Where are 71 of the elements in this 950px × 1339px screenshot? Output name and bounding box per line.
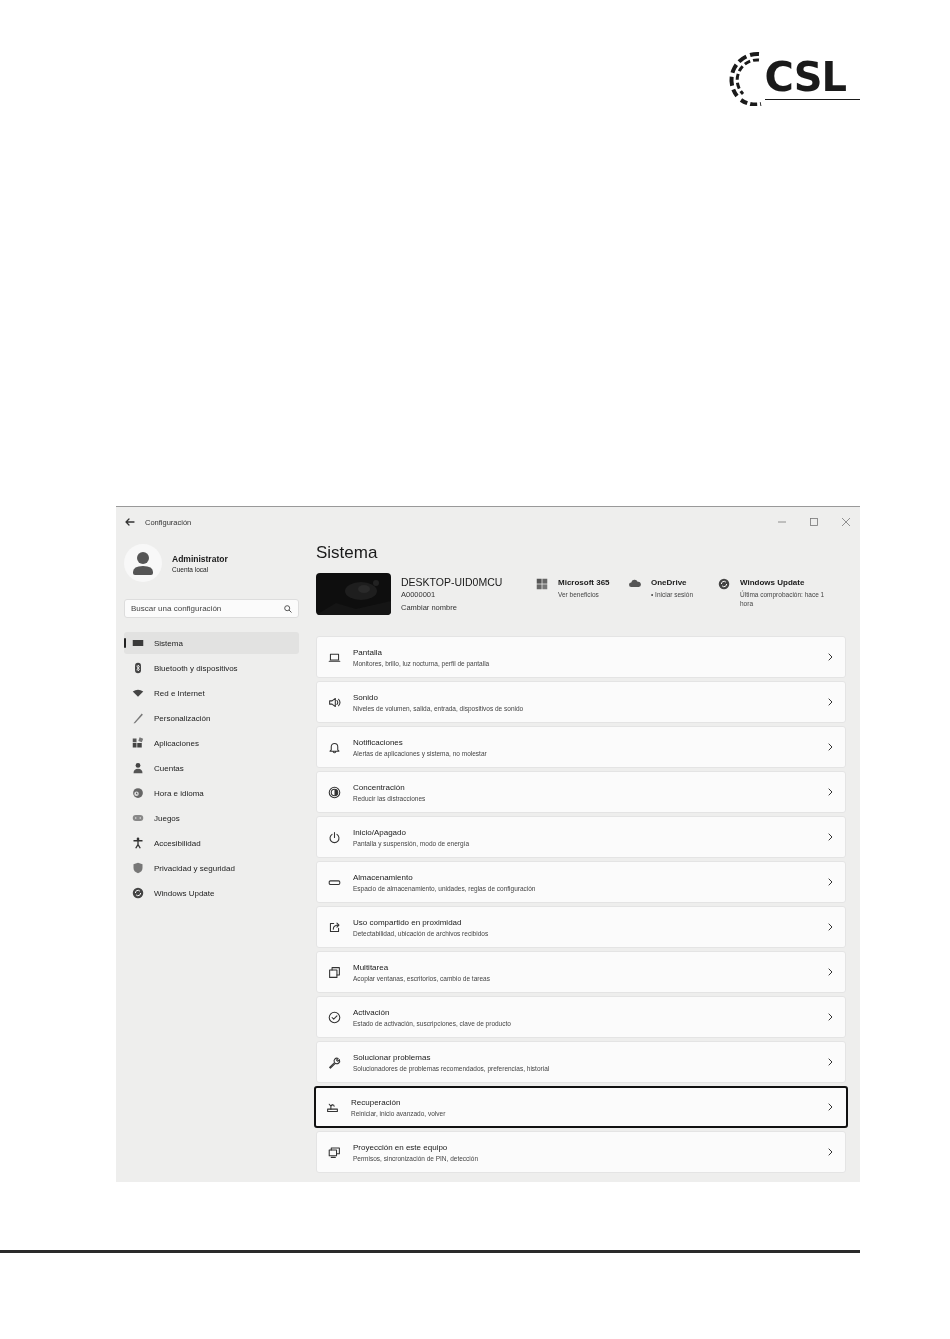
close-icon[interactable]: [842, 518, 850, 526]
card-title: Pantalla: [353, 647, 383, 657]
chevron-right-icon: [828, 968, 833, 976]
speaker-icon: [328, 695, 341, 709]
sidebar-item[interactable]: Hora e idioma: [124, 782, 299, 804]
chevron-right-icon: [828, 923, 833, 931]
wrench-icon: [328, 1055, 341, 1069]
wifi-icon: [132, 687, 144, 699]
sidebar-item[interactable]: Privacidad y seguridad: [124, 857, 299, 879]
bluetooth-icon: [132, 662, 144, 674]
avatar-icon: [124, 544, 162, 582]
card-title: Proyección en este equipo: [353, 1142, 449, 1152]
brush-icon: [132, 712, 144, 724]
chevron-right-icon: [828, 743, 833, 751]
chevron-right-icon: [828, 653, 833, 661]
card-title: Activación: [353, 1007, 391, 1017]
maximize-icon[interactable]: [810, 518, 818, 526]
search-field[interactable]: Buscar una configuración: [124, 599, 299, 618]
chevron-right-icon: [828, 1013, 833, 1021]
shield-icon: [132, 862, 144, 874]
card-title: Sonido: [353, 692, 379, 702]
clock-icon: [132, 787, 144, 799]
quick-link-title[interactable]: Microsoft 365: [558, 578, 610, 587]
back-arrow-icon[interactable]: [125, 518, 135, 526]
quick-link-title[interactable]: Windows Update: [740, 578, 836, 587]
sidebar-item[interactable]: Red e Internet: [124, 682, 299, 704]
card-title: Recuperación: [351, 1097, 402, 1107]
screens-icon: [328, 1145, 341, 1159]
sync-icon: [132, 887, 144, 899]
card-title: Inicio/Apagado: [353, 827, 407, 837]
card-title: Uso compartido en proximidad: [353, 917, 463, 927]
card-title: Solucionar problemas: [353, 1052, 432, 1062]
accessibility-icon: [132, 837, 144, 849]
card-title: Concentración: [353, 782, 406, 792]
focus-icon: [328, 785, 341, 799]
card-title: Multitarea: [353, 962, 390, 972]
device-name: DESKTOP-UID0MCU: [401, 576, 504, 588]
sync-icon[interactable]: [718, 578, 730, 590]
bell-icon: [328, 740, 341, 754]
gamepad-icon: [132, 812, 144, 824]
sidebar-item[interactable]: Bluetooth y dispositivos: [124, 657, 299, 679]
chevron-right-icon: [828, 878, 833, 886]
quick-link-title[interactable]: OneDrive: [651, 578, 693, 587]
chevron-right-icon: [828, 1103, 833, 1111]
sidebar-item[interactable]: Personalización: [124, 707, 299, 729]
user-name: Administrator: [172, 553, 228, 564]
power-icon: [328, 830, 341, 844]
chevron-right-icon: [828, 788, 833, 796]
chevron-right-icon: [828, 698, 833, 706]
card-title: Almacenamiento: [353, 872, 414, 882]
person-icon: [132, 762, 144, 774]
chevron-right-icon: [828, 1148, 833, 1156]
apps-icon: [132, 737, 144, 749]
sidebar-item[interactable]: Accesibilidad: [124, 832, 299, 854]
chevron-right-icon: [828, 833, 833, 841]
grid-icon[interactable]: [536, 578, 548, 590]
sidebar-item[interactable]: Aplicaciones: [124, 732, 299, 754]
cloud-icon[interactable]: [629, 578, 641, 590]
page-title: Sistema: [316, 543, 379, 564]
sidebar-item[interactable]: Cuentas: [124, 757, 299, 779]
sidebar-item[interactable]: Windows Update: [124, 882, 299, 904]
share-icon: [328, 920, 341, 934]
search-icon: [284, 604, 292, 613]
windows-stack-icon: [328, 965, 341, 979]
sidebar-item[interactable]: Juegos: [124, 807, 299, 829]
card-title: Notificaciones: [353, 737, 404, 747]
sidebar-item[interactable]: Sistema: [124, 632, 299, 654]
chevron-right-icon: [828, 1058, 833, 1066]
check-circle-icon: [328, 1010, 341, 1024]
monitor-icon: [132, 637, 144, 649]
logo-text: CSL: [764, 54, 860, 100]
